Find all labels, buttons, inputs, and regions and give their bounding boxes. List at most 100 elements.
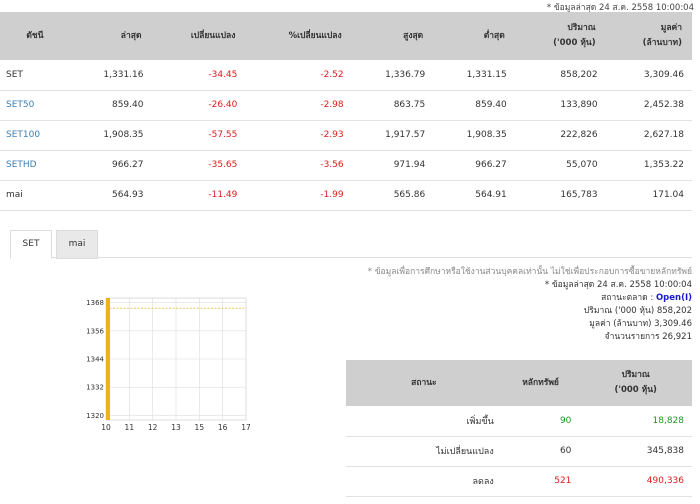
- cell-change-pct: -2.93: [245, 120, 352, 151]
- status-badge: Open(I): [655, 293, 692, 303]
- col-low: ต่ำสุด: [433, 12, 515, 60]
- info-deals: จำนวนรายการ 26,921: [368, 331, 692, 344]
- advance-decline-table: สถานะ หลักทรัพย์ ปริมาณ ('000 หุ้น) เพิ่ม…: [346, 360, 692, 497]
- cell-change: -26.40: [151, 90, 246, 121]
- cell-value: 3,309.46: [605, 60, 692, 91]
- table-row: SET 1,331.16 -34.45 -2.52 1,336.79 1,331…: [0, 60, 692, 91]
- index-name: mai: [0, 180, 70, 211]
- cell-securities: 521: [501, 466, 580, 497]
- index-link-sethd[interactable]: SETHD: [0, 150, 70, 181]
- cell-volume: 858,202: [514, 60, 606, 91]
- col-status: สถานะ: [346, 360, 502, 406]
- table-row: ไม่เปลี่ยนแปลง 60 345,838: [346, 436, 692, 467]
- x-tick-label: 17: [241, 423, 250, 432]
- cell-low: 966.27: [433, 150, 515, 181]
- table-row: SET50 859.40 -26.40 -2.98 863.75 859.40 …: [0, 90, 692, 121]
- col-volume: ปริมาณ ('000 หุ้น): [514, 12, 606, 60]
- cell-change: -35.65: [151, 150, 246, 181]
- info-updated: * ข้อมูลล่าสุด 24 ส.ค. 2558 10:00:04: [544, 280, 692, 290]
- cell-securities: 60: [501, 436, 580, 467]
- cell-value: 171.04: [605, 180, 692, 211]
- cell-last: 966.27: [69, 150, 152, 181]
- status-label: สถานะตลาด :: [601, 293, 654, 303]
- cell-high: 863.75: [351, 90, 434, 121]
- cell-last: 564.93: [69, 180, 152, 211]
- col-securities: หลักทรัพย์: [501, 360, 580, 406]
- cell-adv-volume: 345,838: [579, 436, 692, 467]
- volume-value: 858,202: [656, 306, 692, 316]
- cell-change-pct: -1.99: [245, 180, 352, 211]
- cell-high: 1,336.79: [351, 60, 434, 91]
- cell-securities: 90: [501, 406, 580, 437]
- cell-low: 859.40: [433, 90, 515, 121]
- cell-value: 1,353.22: [605, 150, 692, 181]
- cell-volume: 55,070: [514, 150, 606, 181]
- cell-last: 1,331.16: [69, 60, 152, 91]
- col-last: ล่าสุด: [69, 12, 152, 60]
- table-row: SET100 1,908.35 -57.55 -2.93 1,917.57 1,…: [0, 120, 692, 151]
- market-info: * ข้อมูลเพื่อการศึกษาหรือใช้งานส่วนบุคคล…: [368, 266, 692, 344]
- y-tick-label: 1368: [86, 299, 104, 307]
- cell-adv-volume: 18,828: [579, 406, 692, 437]
- index-name: SET: [0, 60, 70, 91]
- cell-change: -11.49: [151, 180, 246, 211]
- cell-change-pct: -2.98: [245, 90, 352, 121]
- value-label: มูลค่า (ล้านบาท): [589, 319, 652, 329]
- info-value: มูลค่า (ล้านบาท) 3,309.46: [368, 318, 692, 331]
- value-value: 3,309.46: [654, 319, 692, 329]
- index-table-header: ดัชนี ล่าสุด เปลี่ยนแปลง %เปลี่ยนแปลง สู…: [0, 12, 692, 60]
- cell-volume: 165,783: [514, 180, 606, 211]
- table-row: เพิ่มขึ้น 90 18,828: [346, 406, 692, 437]
- table-row: mai 564.93 -11.49 -1.99 565.86 564.91 16…: [0, 180, 692, 211]
- price-bar: [106, 298, 110, 420]
- col-value: มูลค่า (ล้านบาท): [605, 12, 692, 60]
- cell-status: ลดลง: [346, 466, 502, 497]
- info-volume: ปริมาณ ('000 หุ้น) 858,202: [368, 305, 692, 318]
- x-tick-label: 15: [195, 423, 205, 432]
- cell-change: -34.45: [151, 60, 246, 91]
- table-row: ลดลง 521 490,336: [346, 466, 692, 497]
- cell-low: 1,331.15: [433, 60, 515, 91]
- y-tick-label: 1356: [86, 327, 104, 335]
- y-tick-label: 1320: [86, 412, 104, 420]
- x-tick-label: 12: [148, 423, 158, 432]
- y-tick-label: 1332: [86, 384, 104, 392]
- cell-last: 1,908.35: [69, 120, 152, 151]
- x-tick-label: 16: [218, 423, 228, 432]
- col-index: ดัชนี: [0, 12, 70, 60]
- col-high: สูงสุด: [351, 12, 434, 60]
- x-tick-label: 10: [101, 423, 111, 432]
- cell-last: 859.40: [69, 90, 152, 121]
- cell-low: 564.91: [433, 180, 515, 211]
- cell-change-pct: -3.56: [245, 150, 352, 181]
- table-row: SETHD 966.27 -35.65 -3.56 971.94 966.27 …: [0, 150, 692, 181]
- intraday-chart: 10 11 12 13 15 16 17 1368 1356 1344 1332 1320: [86, 297, 250, 432]
- col-change-pct: %เปลี่ยนแปลง: [245, 12, 352, 60]
- cell-volume: 133,890: [514, 90, 606, 121]
- deals-label: จำนวนรายการ: [604, 332, 660, 342]
- index-link-set100[interactable]: SET100: [0, 120, 70, 151]
- col-adv-volume: ปริมาณ ('000 หุ้น): [579, 360, 692, 406]
- cell-status: เพิ่มขึ้น: [346, 406, 502, 437]
- cell-high: 1,917.57: [351, 120, 434, 151]
- x-tick-label: 11: [125, 423, 135, 432]
- adv-table-header: สถานะ หลักทรัพย์ ปริมาณ ('000 หุ้น): [346, 360, 692, 406]
- y-tick-label: 1344: [86, 356, 104, 364]
- market-tabs: SET mai: [10, 228, 692, 259]
- tab-mai[interactable]: mai: [56, 230, 98, 259]
- cell-adv-volume: 490,336: [579, 466, 692, 497]
- volume-label: ปริมาณ ('000 หุ้น): [583, 306, 655, 316]
- cell-change-pct: -2.52: [245, 60, 352, 91]
- cell-low: 1,908.35: [433, 120, 515, 151]
- disclaimer-text: * ข้อมูลเพื่อการศึกษาหรือใช้งานส่วนบุคคล…: [367, 267, 692, 277]
- cell-status: ไม่เปลี่ยนแปลง: [346, 436, 502, 467]
- col-change: เปลี่ยนแปลง: [151, 12, 246, 60]
- tab-set[interactable]: SET: [10, 230, 52, 259]
- info-status: สถานะตลาด : Open(I): [368, 292, 692, 305]
- deals-value: 26,921: [662, 332, 692, 342]
- cell-volume: 222,826: [514, 120, 606, 151]
- cell-high: 971.94: [351, 150, 434, 181]
- index-table: ดัชนี ล่าสุด เปลี่ยนแปลง %เปลี่ยนแปลง สู…: [0, 12, 692, 211]
- index-link-set50[interactable]: SET50: [0, 90, 70, 121]
- cell-value: 2,452.38: [605, 90, 692, 121]
